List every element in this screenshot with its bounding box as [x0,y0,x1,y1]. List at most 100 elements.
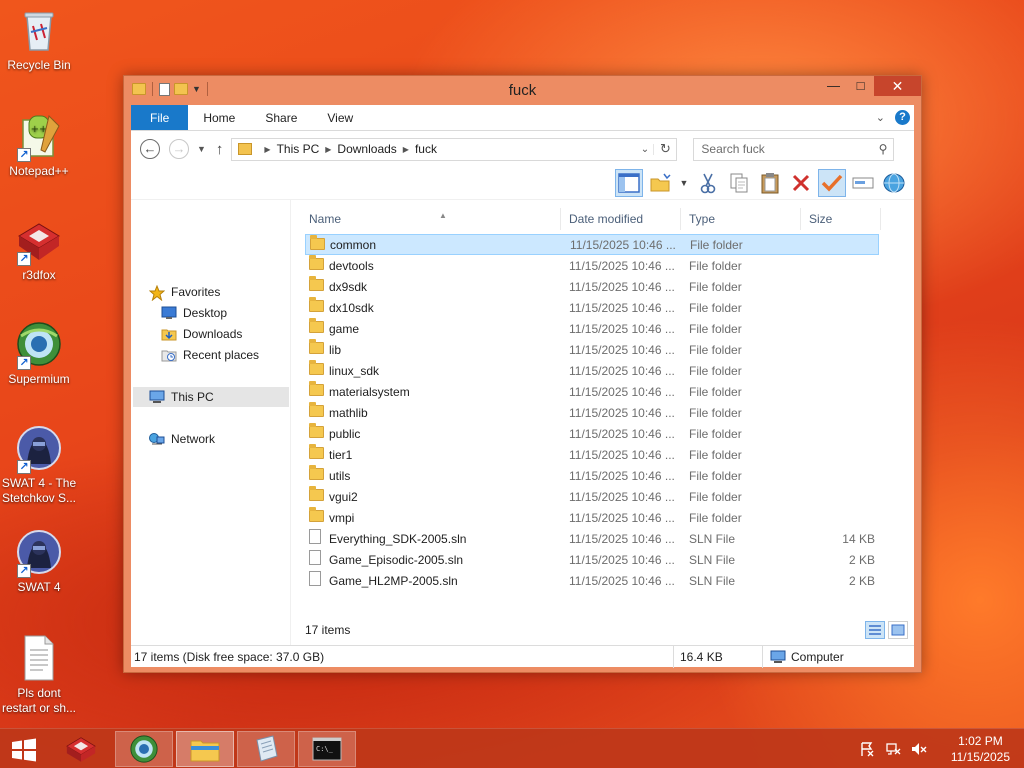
file-date-modified: 11/15/2025 10:46 ... [569,573,675,588]
folder-row[interactable]: devtools 11/15/2025 10:46 ... File folder [305,255,879,276]
tab-share[interactable]: Share [250,105,312,130]
taskbar-app-file-explorer[interactable] [176,731,234,767]
nav-network[interactable]: Network [149,429,215,449]
delete-button[interactable] [787,169,815,197]
cut-button[interactable] [694,169,722,197]
column-header-type[interactable]: Type [681,208,801,230]
desktop-icon-swat4-stetchkov[interactable]: ↗ SWAT 4 - The Stetchkov S... [0,424,78,506]
large-icons-view-button[interactable] [888,621,908,639]
taskbar-app-command-prompt[interactable]: C:\_ [298,731,356,767]
forward-button[interactable]: → [169,139,189,159]
maximize-button[interactable]: □ [847,76,874,96]
status-items-free-space: 17 items (Disk free space: 37.0 GB) [131,646,674,668]
folder-row[interactable]: tier1 11/15/2025 10:46 ... File folder [305,444,879,465]
desktop-icon-recycle-bin[interactable]: Recycle Bin [0,6,78,73]
up-button[interactable]: ↑ [216,141,224,158]
back-button[interactable]: ← [140,139,160,159]
address-bar[interactable]: ▶ This PC ▶ Downloads ▶ fuck ⌄ ↻ [231,137,678,161]
expand-ribbon-chevron-icon[interactable]: ⌄ [876,111,885,124]
recent-locations-chevron-icon[interactable]: ▼ [197,144,206,154]
breadcrumb-current-folder[interactable]: fuck [415,142,437,156]
nav-this-pc[interactable]: This PC [133,387,289,407]
close-button[interactable]: ✕ [874,76,921,96]
folder-row[interactable]: dx9sdk 11/15/2025 10:46 ... File folder [305,276,879,297]
tab-file[interactable]: File [131,105,189,130]
new-folder-dropdown-chevron-icon[interactable]: ▼ [677,169,691,197]
properties-button[interactable] [880,169,908,197]
select-checkboxes-button[interactable] [818,169,846,197]
desktop-icon-pls-dont-restart[interactable]: Pls dont restart or sh... [0,634,78,716]
desktop-icon-swat4[interactable]: ↗ SWAT 4 [0,528,78,595]
nav-recent-places[interactable]: Recent places [161,345,259,365]
breadcrumb-this-pc[interactable]: This PC [277,142,320,156]
rename-button[interactable] [849,169,877,197]
file-name: dx9sdk [329,279,368,294]
copy-button[interactable] [725,169,753,197]
column-header-name[interactable]: ▲ Name [301,208,561,230]
desktop-icon [161,306,177,320]
folder-row[interactable]: game 11/15/2025 10:46 ... File folder [305,318,879,339]
r3dfox-icon: ↗ [15,216,63,266]
file-row[interactable]: Game_HL2MP-2005.sln 11/15/2025 10:46 ... S… [305,570,879,591]
breadcrumb-separator-icon[interactable]: ▶ [264,145,270,154]
folder-row[interactable]: materialsystem 11/15/2025 10:46 ... File f… [305,381,879,402]
taskbar-app-r3dfox[interactable] [52,731,110,767]
refresh-icon[interactable]: ↻ [654,141,676,157]
details-view-button[interactable] [865,621,885,639]
folder-icon [309,465,324,480]
folder-row[interactable]: mathlib 11/15/2025 10:46 ... File folder [305,402,879,423]
new-folder-button[interactable] [646,169,674,197]
desktop-icon-r3dfox[interactable]: ↗ r3dfox [0,216,78,283]
navigation-pane-button[interactable] [615,169,643,197]
breadcrumb-separator-icon[interactable]: ▶ [403,145,409,154]
folder-row[interactable]: lib 11/15/2025 10:46 ... File folder [305,339,879,360]
folder-row[interactable]: common 11/15/2025 10:46 ... File folder [305,234,879,255]
folder-row[interactable]: linux_sdk 11/15/2025 10:46 ... File folder [305,360,879,381]
folder-row[interactable]: public 11/15/2025 10:46 ... File folder [305,423,879,444]
taskbar-app-supermium[interactable] [115,731,173,767]
file-type: File folder [689,510,742,525]
desktop-icon-supermium[interactable]: ↗ Supermium [0,320,78,387]
status-location: Computer [767,646,907,668]
file-row[interactable]: Everything_SDK-2005.sln 11/15/2025 10:46 … [305,528,879,549]
status-location-label: Computer [791,650,844,664]
folder-row[interactable]: dx10sdk 11/15/2025 10:46 ... File folder [305,297,879,318]
start-button[interactable] [9,738,39,762]
file-type: SLN File [689,531,736,546]
nav-favorites[interactable]: Favorites [148,282,220,302]
taskbar-app-notepad-plus-plus[interactable] [237,731,295,767]
r3dfox-icon [66,737,96,762]
file-date-modified: 11/15/2025 10:46 ... [569,426,675,441]
search-input[interactable]: Search fuck ⚲ [693,137,895,161]
file-row[interactable]: Game_Episodic-2005.sln 11/15/2025 10:46 .… [305,549,879,570]
network-icon[interactable] [885,741,901,757]
title-bar[interactable]: ▼ fuck — □ ✕ [124,76,921,106]
minimize-button[interactable]: — [820,76,847,96]
help-icon[interactable]: ? [895,110,910,125]
breadcrumb-separator-icon[interactable]: ▶ [325,145,331,154]
nav-desktop[interactable]: Desktop [161,303,227,323]
navigation-pane: Favorites Desktop Downloads Recent place… [131,200,291,645]
nav-downloads[interactable]: Downloads [161,324,242,344]
folder-row[interactable]: vgui2 11/15/2025 10:46 ... File folder [305,486,879,507]
folder-row[interactable]: vmpi 11/15/2025 10:46 ... File folder [305,507,879,528]
folder-row[interactable]: utils 11/15/2025 10:46 ... File folder [305,465,879,486]
system-clock[interactable]: 1:02 PM 11/15/2025 [951,733,1010,765]
column-header-date-modified[interactable]: Date modified [561,208,681,230]
breadcrumb-downloads[interactable]: Downloads [337,142,396,156]
column-header-size[interactable]: Size [801,208,881,230]
desktop-icon-notepad-plus-plus[interactable]: ++ ↗ Notepad++ [0,112,78,179]
address-history-chevron-icon[interactable]: ⌄ [636,143,655,155]
volume-muted-icon[interactable] [911,741,927,757]
file-size: 2 KB [848,552,875,567]
file-name: tier1 [329,447,353,462]
tab-view[interactable]: View [312,105,368,130]
paste-button[interactable] [756,169,784,197]
notepad-icon [256,735,278,762]
action-center-flag-icon[interactable] [859,741,875,757]
file-name: Game_Episodic-2005.sln [329,552,464,567]
file-name: Game_HL2MP-2005.sln [329,573,458,588]
desktop-icon-label: Supermium [8,372,70,386]
tab-home[interactable]: Home [188,105,250,130]
file-type: File folder [689,426,742,441]
